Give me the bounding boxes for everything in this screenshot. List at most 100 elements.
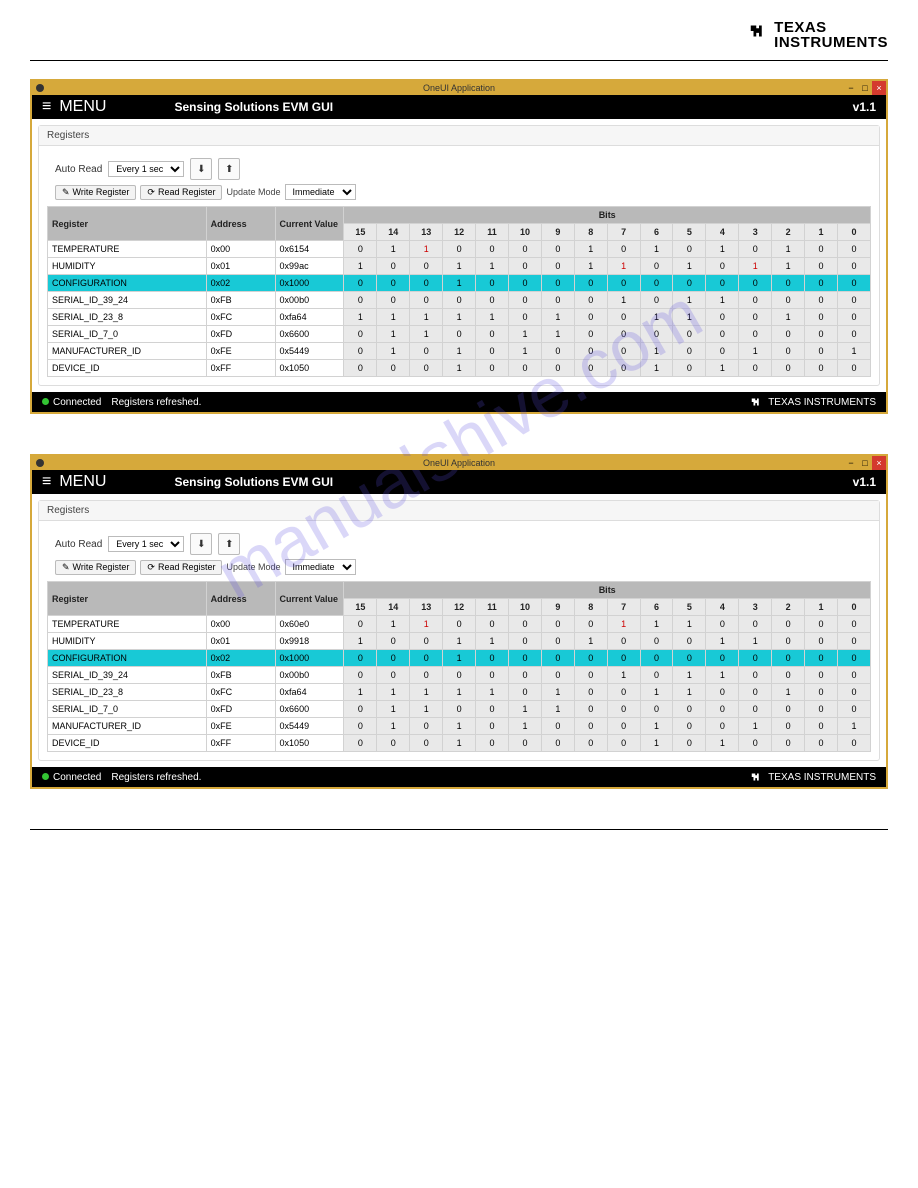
bit-cell[interactable]: 0 — [640, 650, 673, 667]
bit-cell[interactable]: 0 — [837, 309, 870, 326]
bit-cell[interactable]: 0 — [344, 735, 377, 752]
bit-cell[interactable]: 0 — [739, 735, 772, 752]
bit-cell[interactable]: 1 — [607, 292, 640, 309]
bit-cell[interactable]: 0 — [541, 718, 574, 735]
bit-cell[interactable]: 0 — [509, 309, 542, 326]
download-icon[interactable]: ⬇ — [190, 533, 212, 555]
bit-cell[interactable]: 0 — [739, 326, 772, 343]
bit-cell[interactable]: 0 — [574, 309, 607, 326]
bit-cell[interactable]: 0 — [410, 667, 443, 684]
close-button[interactable]: × — [872, 456, 886, 470]
bit-cell[interactable]: 1 — [443, 633, 476, 650]
update-mode-select[interactable]: Immediate — [285, 184, 356, 200]
bit-cell[interactable]: 1 — [574, 258, 607, 275]
bit-cell[interactable]: 0 — [739, 241, 772, 258]
bit-cell[interactable]: 0 — [739, 275, 772, 292]
bit-cell[interactable]: 1 — [410, 241, 443, 258]
bit-cell[interactable]: 1 — [377, 309, 410, 326]
bit-cell[interactable]: 0 — [574, 343, 607, 360]
bit-cell[interactable]: 0 — [607, 735, 640, 752]
auto-read-select[interactable]: Every 1 sec — [108, 536, 184, 552]
bit-cell[interactable]: 0 — [673, 735, 706, 752]
close-button[interactable]: × — [872, 81, 886, 95]
bit-cell[interactable]: 0 — [706, 616, 739, 633]
bit-cell[interactable]: 0 — [476, 718, 509, 735]
bit-cell[interactable]: 0 — [574, 650, 607, 667]
bit-cell[interactable]: 1 — [410, 309, 443, 326]
table-row[interactable]: HUMIDITY 0x01 0x99ac 1001100110101100 — [48, 258, 871, 275]
bit-cell[interactable]: 0 — [509, 258, 542, 275]
bit-cell[interactable]: 0 — [673, 360, 706, 377]
bit-cell[interactable]: 0 — [607, 633, 640, 650]
bit-cell[interactable]: 0 — [673, 326, 706, 343]
bit-cell[interactable]: 1 — [706, 360, 739, 377]
bit-cell[interactable]: 1 — [443, 650, 476, 667]
bit-cell[interactable]: 0 — [410, 360, 443, 377]
bit-cell[interactable]: 0 — [673, 343, 706, 360]
bit-cell[interactable]: 0 — [772, 701, 805, 718]
bit-cell[interactable]: 1 — [739, 633, 772, 650]
table-row[interactable]: SERIAL_ID_39_24 0xFB 0x00b0 000000001011… — [48, 667, 871, 684]
bit-cell[interactable]: 0 — [805, 309, 838, 326]
bit-cell[interactable]: 1 — [706, 292, 739, 309]
bit-cell[interactable]: 1 — [443, 258, 476, 275]
bit-cell[interactable]: 1 — [377, 616, 410, 633]
bit-cell[interactable]: 0 — [673, 241, 706, 258]
table-row[interactable]: TEMPERATURE 0x00 0x60e0 0110000011100000 — [48, 616, 871, 633]
bit-cell[interactable]: 0 — [574, 684, 607, 701]
bit-cell[interactable]: 1 — [706, 633, 739, 650]
bit-cell[interactable]: 0 — [837, 667, 870, 684]
menu-label[interactable]: MENU — [59, 473, 106, 491]
bit-cell[interactable]: 0 — [805, 616, 838, 633]
bit-cell[interactable]: 0 — [574, 735, 607, 752]
bit-cell[interactable]: 0 — [377, 650, 410, 667]
table-row[interactable]: DEVICE_ID 0xFF 0x1050 0001000001010000 — [48, 360, 871, 377]
bit-cell[interactable]: 0 — [772, 292, 805, 309]
bit-cell[interactable]: 0 — [574, 718, 607, 735]
bit-cell[interactable]: 1 — [607, 258, 640, 275]
bit-cell[interactable]: 0 — [837, 258, 870, 275]
bit-cell[interactable]: 1 — [344, 633, 377, 650]
bit-cell[interactable]: 0 — [377, 735, 410, 752]
bit-cell[interactable]: 1 — [640, 616, 673, 633]
bit-cell[interactable]: 1 — [739, 258, 772, 275]
bit-cell[interactable]: 0 — [739, 616, 772, 633]
bit-cell[interactable]: 0 — [673, 633, 706, 650]
bit-cell[interactable]: 1 — [476, 633, 509, 650]
bit-cell[interactable]: 0 — [673, 718, 706, 735]
bit-cell[interactable]: 1 — [443, 309, 476, 326]
bit-cell[interactable]: 0 — [837, 275, 870, 292]
bit-cell[interactable]: 1 — [640, 735, 673, 752]
bit-cell[interactable]: 0 — [607, 275, 640, 292]
bit-cell[interactable]: 1 — [410, 326, 443, 343]
bit-cell[interactable]: 0 — [837, 360, 870, 377]
minimize-button[interactable]: − — [844, 456, 858, 470]
bit-cell[interactable]: 0 — [739, 650, 772, 667]
bit-cell[interactable]: 0 — [706, 258, 739, 275]
bit-cell[interactable]: 1 — [410, 616, 443, 633]
bit-cell[interactable]: 1 — [377, 326, 410, 343]
bit-cell[interactable]: 0 — [640, 701, 673, 718]
bit-cell[interactable]: 0 — [574, 360, 607, 377]
bit-cell[interactable]: 0 — [772, 667, 805, 684]
bit-cell[interactable]: 1 — [509, 343, 542, 360]
hamburger-icon[interactable]: ≡ — [42, 473, 51, 491]
bit-cell[interactable]: 0 — [410, 292, 443, 309]
bit-cell[interactable]: 1 — [706, 241, 739, 258]
bit-cell[interactable]: 1 — [476, 309, 509, 326]
bit-cell[interactable]: 1 — [541, 701, 574, 718]
bit-cell[interactable]: 1 — [673, 258, 706, 275]
bit-cell[interactable]: 0 — [805, 292, 838, 309]
bit-cell[interactable]: 0 — [344, 343, 377, 360]
bit-cell[interactable]: 0 — [673, 650, 706, 667]
bit-cell[interactable]: 0 — [410, 735, 443, 752]
update-mode-select[interactable]: Immediate — [285, 559, 356, 575]
bit-cell[interactable]: 1 — [443, 360, 476, 377]
bit-cell[interactable]: 1 — [673, 684, 706, 701]
hamburger-icon[interactable]: ≡ — [42, 98, 51, 116]
bit-cell[interactable]: 0 — [509, 292, 542, 309]
bit-cell[interactable]: 0 — [772, 633, 805, 650]
bit-cell[interactable]: 0 — [377, 258, 410, 275]
bit-cell[interactable]: 0 — [739, 309, 772, 326]
bit-cell[interactable]: 1 — [377, 241, 410, 258]
